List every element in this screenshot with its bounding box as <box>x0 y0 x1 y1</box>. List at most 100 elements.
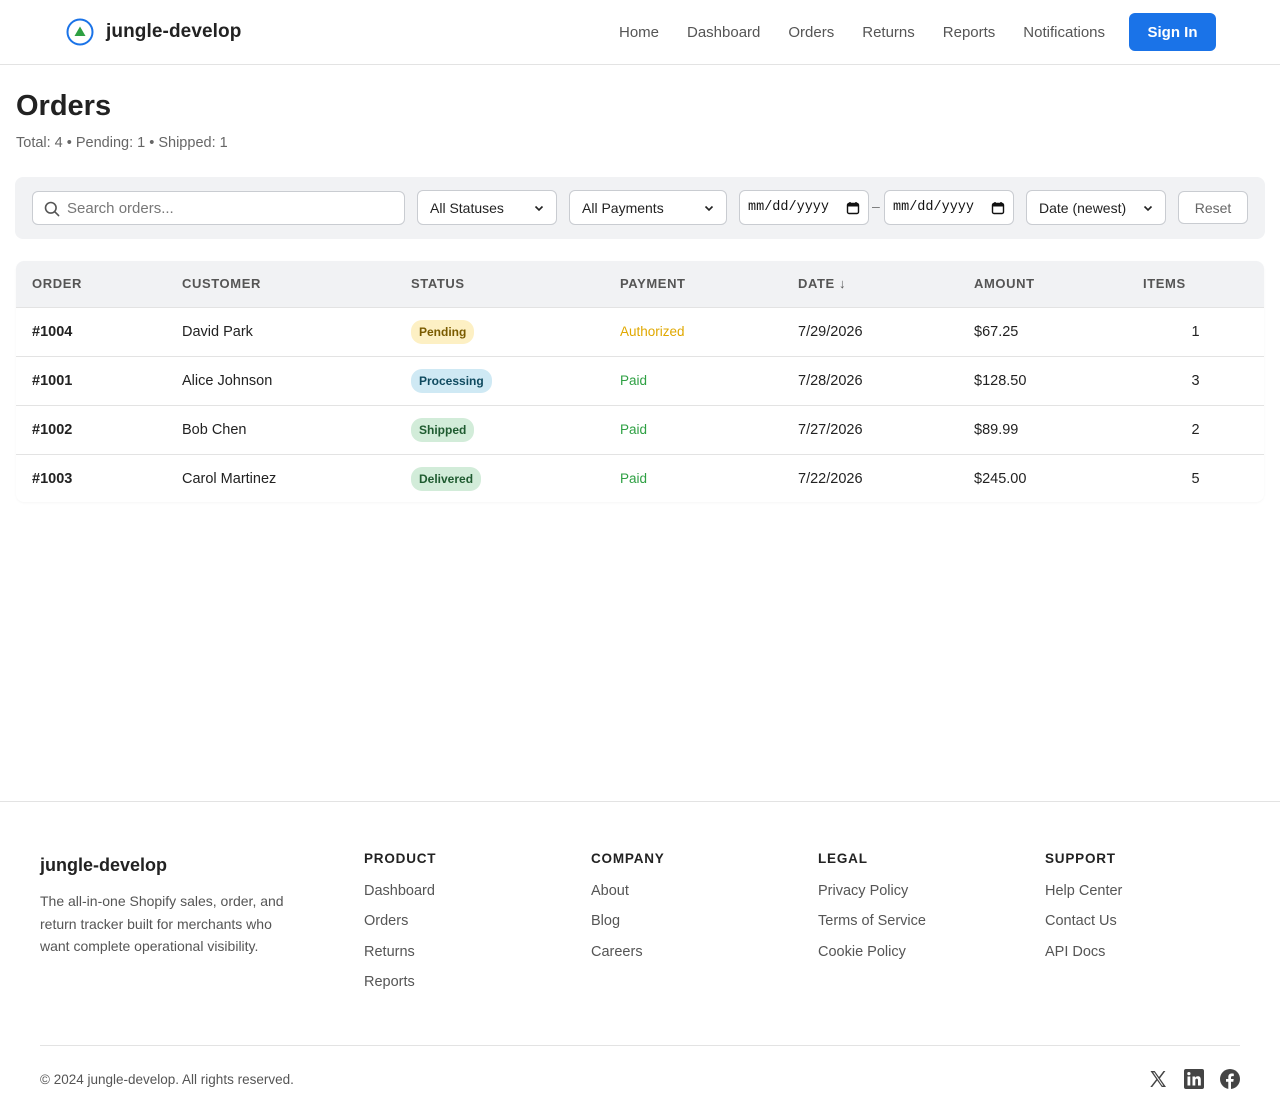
brand-name: jungle-develop <box>106 21 242 42</box>
nav-dashboard[interactable]: Dashboard <box>687 24 760 41</box>
footer-link-reports[interactable]: Reports <box>364 974 436 1004</box>
top-navbar: jungle-develop Home Dashboard Orders Ret… <box>0 0 1280 65</box>
calendar-icon <box>846 201 860 214</box>
filter-bar: All Statuses All Payments mm/dd/yyyy – m… <box>15 177 1265 239</box>
social-links <box>1148 1069 1240 1089</box>
page-title: Orders <box>16 90 112 122</box>
date-to-placeholder: mm/dd/yyyy <box>893 200 975 215</box>
column-header-payment[interactable]: PAYMENT <box>604 261 782 308</box>
footer-link-blog[interactable]: Blog <box>591 913 665 943</box>
footer-column-support: SUPPORT Help Center Contact Us API Docs <box>1045 851 1122 974</box>
order-id[interactable]: #1004 <box>16 307 166 356</box>
nav-reports[interactable]: Reports <box>943 24 996 41</box>
payment-status: Paid <box>620 471 648 487</box>
sign-in-button[interactable]: Sign In <box>1129 13 1216 51</box>
column-header-customer[interactable]: CUSTOMER <box>166 261 395 308</box>
chevron-down-icon <box>1143 205 1153 211</box>
orders-table: ORDER CUSTOMER STATUS PAYMENT DATE ↓ AMO… <box>16 261 1264 502</box>
status-filter-value: All Statuses <box>430 199 504 216</box>
status-filter-select[interactable]: All Statuses <box>417 190 557 225</box>
column-header-status[interactable]: STATUS <box>395 261 604 308</box>
footer-heading: PRODUCT <box>364 851 437 866</box>
footer-link-contact[interactable]: Contact Us <box>1045 913 1122 943</box>
payment-filter-value: All Payments <box>582 199 664 216</box>
order-id[interactable]: #1002 <box>16 405 166 454</box>
footer-link-cookies[interactable]: Cookie Policy <box>818 944 926 974</box>
site-footer: jungle-develop The all-in-one Shopify sa… <box>0 801 1280 1113</box>
status-badge: Pending <box>411 319 475 344</box>
brand-logo-icon <box>66 18 94 46</box>
table-header-row: ORDER CUSTOMER STATUS PAYMENT DATE ↓ AMO… <box>16 261 1264 308</box>
footer-heading: COMPANY <box>591 851 665 866</box>
order-amount: $128.50 <box>974 372 1027 389</box>
sort-select[interactable]: Date (newest) <box>1026 190 1166 225</box>
footer-column-company: COMPANY About Blog Careers <box>591 851 665 974</box>
item-count: 2 <box>1191 421 1200 438</box>
customer-name: David Park <box>182 323 253 340</box>
customer-name: Carol Martinez <box>182 470 277 487</box>
footer-link-dashboard[interactable]: Dashboard <box>364 883 436 913</box>
payment-filter-select[interactable]: All Payments <box>569 190 727 225</box>
footer-column-product: PRODUCT Dashboard Orders Returns Reports <box>364 851 436 1004</box>
footer-link-orders[interactable]: Orders <box>364 913 436 943</box>
item-count: 3 <box>1191 372 1200 389</box>
customer-name: Alice Johnson <box>182 372 273 389</box>
footer-divider <box>40 1045 1240 1046</box>
calendar-icon <box>991 201 1005 214</box>
status-badge: Delivered <box>411 466 482 491</box>
order-summary: Total: 4 • Pending: 1 • Shipped: 1 <box>16 135 228 151</box>
table-row[interactable]: #1002 Bob Chen Shipped Paid 7/27/2026 $8… <box>16 405 1264 454</box>
nav-orders[interactable]: Orders <box>788 24 834 41</box>
footer-link-returns[interactable]: Returns <box>364 944 436 974</box>
order-amount: $245.00 <box>974 470 1027 487</box>
column-header-order[interactable]: ORDER <box>16 261 166 308</box>
nav-returns[interactable]: Returns <box>862 24 915 41</box>
order-id[interactable]: #1003 <box>16 454 166 502</box>
date-from-input[interactable]: mm/dd/yyyy <box>739 190 869 225</box>
footer-brand: jungle-develop <box>40 855 168 875</box>
order-date: 7/28/2026 <box>798 372 863 389</box>
item-count: 5 <box>1191 470 1200 487</box>
payment-status: Authorized <box>620 324 685 339</box>
table-row[interactable]: #1004 David Park Pending Authorized 7/29… <box>16 307 1264 356</box>
linkedin-icon[interactable] <box>1184 1069 1204 1089</box>
nav-notifications[interactable]: Notifications <box>1023 24 1105 41</box>
order-id[interactable]: #1001 <box>16 356 166 405</box>
table-row[interactable]: #1003 Carol Martinez Delivered Paid 7/22… <box>16 454 1264 502</box>
footer-link-careers[interactable]: Careers <box>591 944 665 974</box>
footer-link-about[interactable]: About <box>591 883 665 913</box>
status-badge: Processing <box>411 368 492 393</box>
reset-button[interactable]: Reset <box>1178 191 1248 224</box>
footer-link-api-docs[interactable]: API Docs <box>1045 944 1122 974</box>
facebook-icon[interactable] <box>1220 1069 1240 1089</box>
order-amount: $67.25 <box>974 323 1019 340</box>
footer-heading: LEGAL <box>818 851 868 866</box>
footer-link-help-center[interactable]: Help Center <box>1045 883 1122 913</box>
order-date: 7/27/2026 <box>798 421 863 438</box>
footer-column-legal: LEGAL Privacy Policy Terms of Service Co… <box>818 851 926 974</box>
search-box[interactable] <box>32 191 405 225</box>
nav-home[interactable]: Home <box>619 24 659 41</box>
copyright-text: © 2024 jungle-develop. All rights reserv… <box>40 1072 294 1087</box>
customer-name: Bob Chen <box>182 421 247 438</box>
column-header-items[interactable]: ITEMS <box>1127 261 1264 308</box>
order-amount: $89.99 <box>974 421 1019 438</box>
payment-status: Paid <box>620 422 648 437</box>
orders-table-container: ORDER CUSTOMER STATUS PAYMENT DATE ↓ AMO… <box>16 261 1264 502</box>
item-count: 1 <box>1191 323 1200 340</box>
date-to-input[interactable]: mm/dd/yyyy <box>884 190 1014 225</box>
chevron-down-icon <box>704 205 714 211</box>
x-icon[interactable] <box>1148 1069 1168 1089</box>
main-nav: Home Dashboard Orders Returns Reports No… <box>619 0 1105 64</box>
order-date: 7/29/2026 <box>798 323 863 340</box>
column-header-date[interactable]: DATE ↓ <box>782 261 958 308</box>
brand[interactable]: jungle-develop <box>66 18 241 46</box>
footer-link-privacy[interactable]: Privacy Policy <box>818 883 926 913</box>
footer-link-terms[interactable]: Terms of Service <box>818 913 926 943</box>
search-input[interactable] <box>67 192 397 224</box>
date-range-separator: – <box>872 198 880 214</box>
table-row[interactable]: #1001 Alice Johnson Processing Paid 7/28… <box>16 356 1264 405</box>
order-date: 7/22/2026 <box>798 470 863 487</box>
status-badge: Shipped <box>411 417 475 442</box>
column-header-amount[interactable]: AMOUNT <box>958 261 1127 308</box>
